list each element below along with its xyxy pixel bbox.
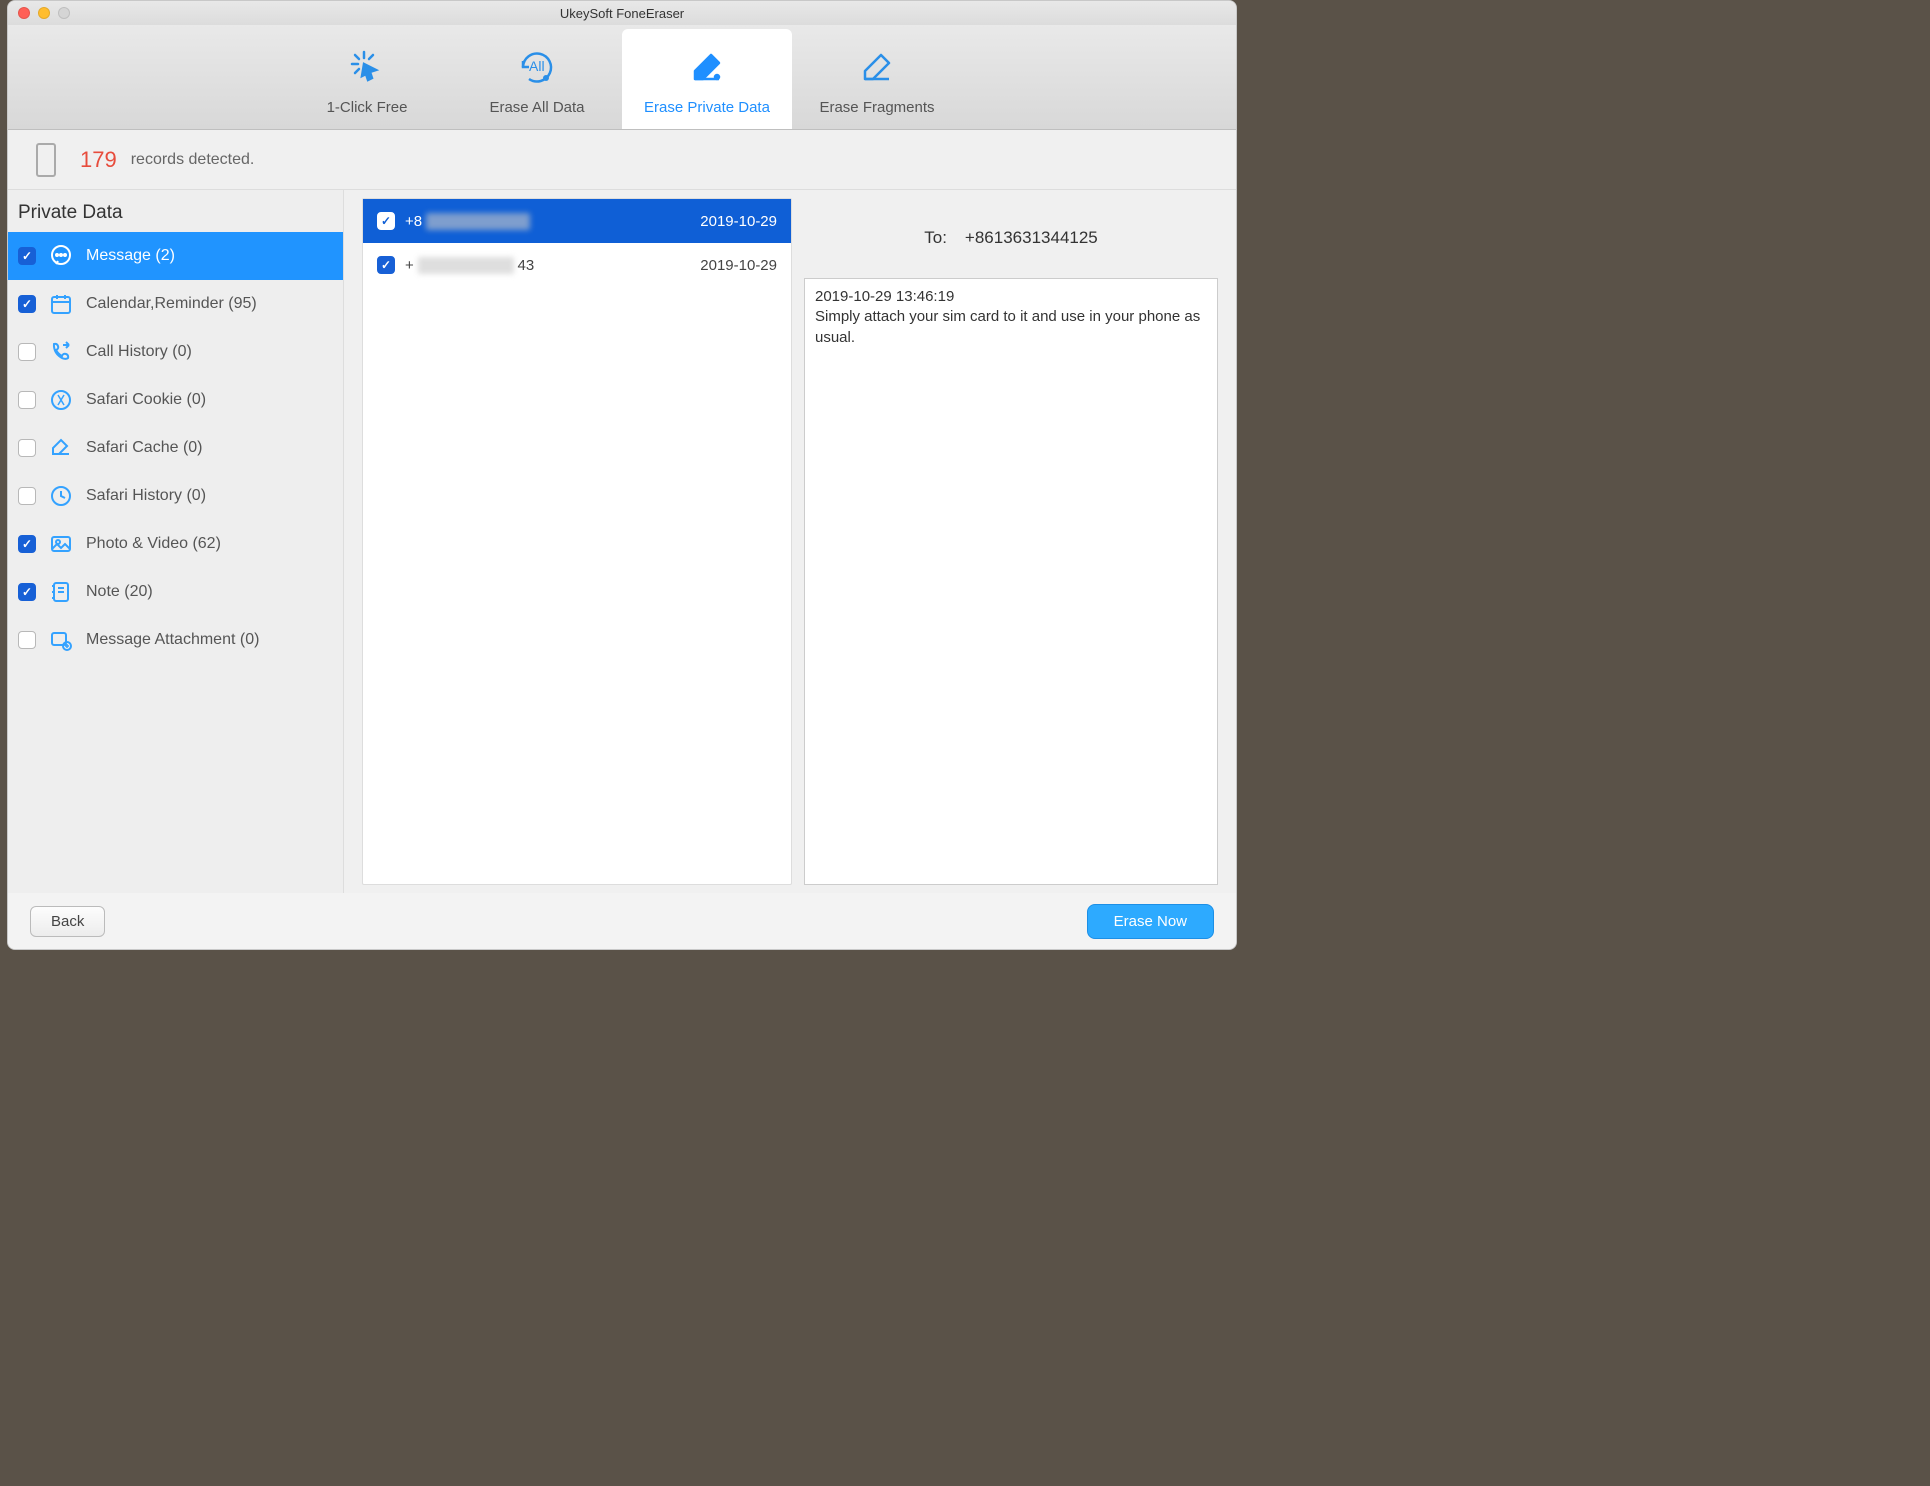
checkbox[interactable]	[18, 535, 36, 553]
message-body: Simply attach your sim card to it and us…	[815, 307, 1207, 348]
traffic-lights	[8, 7, 70, 19]
attachment-icon	[48, 627, 74, 653]
message-icon	[48, 243, 74, 269]
calendar-icon	[48, 291, 74, 317]
checkbox[interactable]	[18, 343, 36, 361]
to-line: To: +8613631344125	[804, 198, 1218, 278]
erase-all-icon: All	[511, 41, 563, 93]
checkbox[interactable]	[18, 631, 36, 649]
phone-icon	[36, 143, 56, 177]
titlebar: UkeySoft FoneEraser	[8, 1, 1236, 25]
message-number: +8613631344143	[405, 257, 690, 274]
sidebar-item-label: Safari Cache (0)	[86, 439, 203, 457]
svg-text:All: All	[529, 58, 545, 74]
num-redacted: 86136313441	[418, 257, 514, 274]
tab-erase-fragments[interactable]: Erase Fragments	[792, 29, 962, 129]
sidebar-item-message[interactable]: Message (2)	[8, 232, 343, 280]
photo-video-icon	[48, 531, 74, 557]
back-button[interactable]: Back	[30, 906, 105, 937]
sidebar: Private Data Message (2) Calendar,Remind…	[8, 190, 344, 893]
sidebar-item-label: Message Attachment (0)	[86, 631, 259, 649]
status-bar: 179 records detected.	[8, 130, 1236, 190]
tab-label: Erase Fragments	[819, 99, 934, 116]
sidebar-item-note[interactable]: Note (20)	[8, 568, 343, 616]
content-area: Private Data Message (2) Calendar,Remind…	[8, 190, 1236, 893]
tab-click-free[interactable]: 1-Click Free	[282, 29, 452, 129]
num-prefix: +8	[405, 213, 422, 230]
message-list: +8013631344125 2019-10-29 +8613631344143…	[362, 198, 792, 885]
message-date: 2019-10-29	[700, 257, 777, 274]
message-date: 2019-10-29	[700, 213, 777, 230]
sidebar-item-label: Photo & Video (62)	[86, 535, 221, 553]
message-row[interactable]: +8613631344143 2019-10-29	[363, 243, 791, 287]
tab-label: Erase All Data	[489, 99, 584, 116]
erase-private-icon	[681, 41, 733, 93]
sidebar-item-photo-video[interactable]: Photo & Video (62)	[8, 520, 343, 568]
click-free-icon	[341, 41, 393, 93]
sidebar-item-safari-history[interactable]: Safari History (0)	[8, 472, 343, 520]
tab-erase-private[interactable]: Erase Private Data	[622, 29, 792, 129]
minimize-icon[interactable]	[38, 7, 50, 19]
num-redacted: 013631344125	[426, 213, 530, 230]
sidebar-item-label: Message (2)	[86, 247, 175, 265]
sidebar-title: Private Data	[8, 190, 343, 232]
checkbox[interactable]	[18, 583, 36, 601]
tab-label: Erase Private Data	[644, 99, 770, 116]
checkbox[interactable]	[18, 487, 36, 505]
num-suffix: 43	[518, 257, 535, 274]
erase-now-button[interactable]: Erase Now	[1087, 904, 1214, 939]
call-history-icon	[48, 339, 74, 365]
message-timestamp: 2019-10-29 13:46:19	[815, 287, 1207, 307]
window-title: UkeySoft FoneEraser	[8, 6, 1236, 21]
to-value: +8613631344125	[965, 228, 1098, 248]
message-number: +8013631344125	[405, 213, 690, 230]
sidebar-item-label: Safari Cookie (0)	[86, 391, 206, 409]
sidebar-item-calendar[interactable]: Calendar,Reminder (95)	[8, 280, 343, 328]
sidebar-item-label: Call History (0)	[86, 343, 192, 361]
tab-erase-all[interactable]: All Erase All Data	[452, 29, 622, 129]
erase-fragments-icon	[851, 41, 903, 93]
checkbox[interactable]	[18, 247, 36, 265]
message-detail: To: +8613631344125 2019-10-29 13:46:19 S…	[804, 198, 1218, 885]
record-count-suffix: records detected.	[131, 151, 255, 169]
sidebar-item-call-history[interactable]: Call History (0)	[8, 328, 343, 376]
note-icon	[48, 579, 74, 605]
history-icon	[48, 483, 74, 509]
message-row[interactable]: +8013631344125 2019-10-29	[363, 199, 791, 243]
main-toolbar: 1-Click Free All Erase All Data Erase Pr…	[8, 25, 1236, 130]
to-label: To:	[924, 228, 947, 248]
maximize-icon	[58, 7, 70, 19]
sidebar-item-safari-cache[interactable]: Safari Cache (0)	[8, 424, 343, 472]
sidebar-item-label: Calendar,Reminder (95)	[86, 295, 257, 313]
num-prefix: +	[405, 257, 414, 274]
record-count: 179	[80, 147, 117, 173]
checkbox[interactable]	[18, 391, 36, 409]
cache-icon	[48, 435, 74, 461]
cookie-icon	[48, 387, 74, 413]
sidebar-item-safari-cookie[interactable]: Safari Cookie (0)	[8, 376, 343, 424]
checkbox[interactable]	[377, 256, 395, 274]
sidebar-item-message-attachment[interactable]: Message Attachment (0)	[8, 616, 343, 664]
checkbox[interactable]	[18, 295, 36, 313]
app-window: UkeySoft FoneEraser 1-Click Free All Era…	[7, 0, 1237, 950]
close-icon[interactable]	[18, 7, 30, 19]
checkbox[interactable]	[377, 212, 395, 230]
sidebar-item-label: Note (20)	[86, 583, 153, 601]
checkbox[interactable]	[18, 439, 36, 457]
message-body-box: 2019-10-29 13:46:19 Simply attach your s…	[804, 278, 1218, 885]
sidebar-item-label: Safari History (0)	[86, 487, 206, 505]
tab-label: 1-Click Free	[327, 99, 408, 116]
footer: Back Erase Now	[8, 893, 1236, 949]
